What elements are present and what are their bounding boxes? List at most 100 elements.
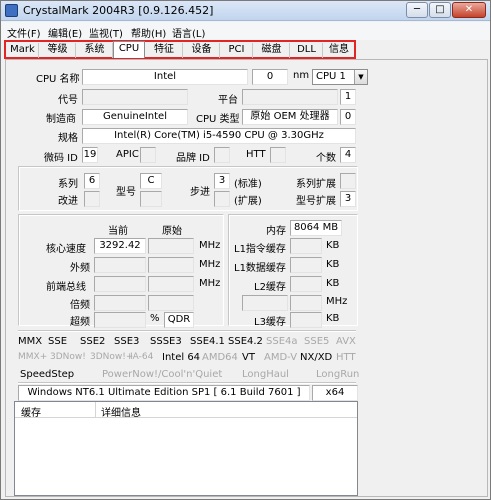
menu-help[interactable]: 帮助(H) bbox=[131, 25, 166, 40]
bus-original bbox=[148, 276, 194, 292]
nm-label: nm bbox=[293, 70, 310, 81]
multiplier-label: 倍频 bbox=[70, 300, 90, 311]
feature-amd64: AMD64 bbox=[202, 352, 238, 363]
bus-label: 前端总线 bbox=[46, 282, 86, 293]
column-divider[interactable] bbox=[95, 402, 96, 417]
overclock-label: 超频 bbox=[70, 317, 90, 328]
codename-label: 代号 bbox=[58, 95, 78, 106]
apic-label: APIC bbox=[116, 149, 139, 160]
feature-powernow: PowerNow!/Cool'n'Quiet bbox=[102, 369, 223, 380]
count-field: 4 bbox=[340, 147, 356, 163]
family-ext-label: 系列扩展 bbox=[296, 179, 336, 190]
minimize-button[interactable]: ─ bbox=[406, 2, 428, 18]
family-ext-field bbox=[340, 173, 356, 189]
tab-features[interactable]: 特征 bbox=[146, 43, 183, 58]
feature-amdv: AMD-V bbox=[264, 352, 298, 363]
l1d-field bbox=[290, 257, 322, 273]
cpu-type-label: CPU 类型 bbox=[196, 114, 240, 125]
feature-longhaul: LongHaul bbox=[242, 369, 289, 380]
bus-current bbox=[94, 276, 146, 292]
l1d-label: L1数据缓存 bbox=[234, 263, 286, 274]
maximize-button[interactable]: □ bbox=[429, 2, 451, 18]
feature-ssse3: SSSE3 bbox=[150, 336, 182, 347]
core-speed-label: 核心速度 bbox=[46, 244, 86, 255]
tab-devices[interactable]: 设备 bbox=[184, 43, 220, 58]
cache-speed-b bbox=[290, 295, 322, 311]
family-field: 6 bbox=[84, 173, 100, 189]
family-label: 系列 bbox=[58, 179, 78, 190]
l2-field bbox=[290, 276, 322, 292]
l1i-label: L1指令缓存 bbox=[234, 244, 286, 255]
core-speed-current: 3292.42 bbox=[94, 238, 146, 254]
memory-field: 8064 MB bbox=[290, 220, 342, 236]
close-button[interactable]: ✕ bbox=[452, 2, 486, 18]
tab-disk[interactable]: 磁盘 bbox=[254, 43, 290, 58]
microcode-field: 19 bbox=[82, 147, 98, 163]
details-column-header[interactable]: 详细信息 bbox=[101, 404, 141, 419]
feature-ia64: IA-64 bbox=[130, 352, 154, 362]
l3-unit: KB bbox=[326, 313, 340, 324]
menu-monitor[interactable]: 监视(T) bbox=[89, 25, 123, 40]
extended-label: (扩展) bbox=[234, 196, 262, 207]
spec-field: Intel(R) Core(TM) i5-4590 CPU @ 3.30GHz bbox=[82, 128, 356, 144]
divider-top bbox=[18, 330, 356, 332]
apic-field bbox=[140, 147, 156, 163]
cpu-name-label: CPU 名称 bbox=[36, 74, 80, 85]
feature-intel64: Intel 64 bbox=[162, 352, 201, 363]
cache-speed-unit: MHz bbox=[326, 296, 348, 307]
vendor-label: 制造商 bbox=[46, 114, 76, 125]
menu-file[interactable]: 文件(F) bbox=[7, 25, 41, 40]
chevron-down-icon[interactable]: ▼ bbox=[354, 70, 367, 84]
menu-language[interactable]: 语言(L) bbox=[172, 25, 205, 40]
feature-sse: SSE bbox=[48, 336, 68, 347]
tab-mark[interactable]: Mark bbox=[7, 43, 39, 58]
tab-bar: Mark 等级 系统 CPU 特征 设备 PCI 磁盘 DLL 信息 bbox=[4, 40, 356, 59]
platform-label: 平台 bbox=[218, 95, 238, 106]
bus-unit: MHz bbox=[199, 278, 221, 289]
os-arch-field: x64 bbox=[312, 385, 358, 401]
fsb-label: 外频 bbox=[70, 263, 90, 274]
stepping-field: 3 bbox=[214, 173, 230, 189]
tab-pci[interactable]: PCI bbox=[221, 43, 253, 58]
cpu-selector-value: CPU 1 bbox=[316, 71, 346, 82]
model-label: 型号 bbox=[116, 187, 136, 198]
feature-longrun: LongRun bbox=[316, 369, 360, 380]
model-ext-value: 3 bbox=[340, 191, 356, 207]
microcode-label: 微码 ID bbox=[44, 153, 78, 164]
tab-system[interactable]: 系统 bbox=[77, 43, 113, 58]
divider-bottom bbox=[18, 382, 356, 384]
tab-rank[interactable]: 等级 bbox=[40, 43, 76, 58]
core-speed-original bbox=[148, 238, 194, 254]
l3-label: L3缓存 bbox=[254, 317, 286, 328]
stepping-ext-field bbox=[214, 191, 230, 207]
cpu-selector[interactable]: CPU 1 ▼ bbox=[312, 69, 368, 85]
multiplier-current bbox=[94, 295, 146, 311]
window-title: CrystalMark 2004R3 [0.9.126.452] bbox=[23, 4, 214, 17]
codename-field bbox=[82, 89, 188, 105]
htt-label: HTT bbox=[246, 149, 266, 160]
brand-id-label: 品牌 ID bbox=[176, 153, 210, 164]
cache-list[interactable]: 缓存 详细信息 bbox=[14, 401, 358, 496]
cache-speed-a bbox=[242, 295, 288, 311]
feature-sse4a: SSE4a bbox=[266, 336, 298, 347]
htt-field bbox=[270, 147, 286, 163]
revision-label: 改进 bbox=[58, 196, 78, 207]
menu-edit[interactable]: 编辑(E) bbox=[48, 25, 82, 40]
memory-label: 内存 bbox=[266, 226, 286, 237]
tab-dll[interactable]: DLL bbox=[291, 43, 323, 58]
tab-cpu[interactable]: CPU bbox=[113, 41, 145, 58]
l2-label: L2缓存 bbox=[254, 282, 286, 293]
feature-sse3: SSE3 bbox=[114, 336, 140, 347]
title-bar: CrystalMark 2004R3 [0.9.126.452] ─ □ ✕ bbox=[1, 1, 490, 21]
tab-info[interactable]: 信息 bbox=[324, 43, 354, 58]
feature-avx: AVX bbox=[336, 336, 356, 347]
percent-label: % bbox=[150, 313, 160, 324]
l3-field bbox=[290, 312, 322, 328]
model-field: C bbox=[140, 173, 162, 189]
cpu-name-field: Intel bbox=[82, 69, 248, 85]
os-field: Windows NT6.1 Ultimate Edition SP1 [ 6.1… bbox=[18, 385, 310, 401]
cache-column-header[interactable]: 缓存 bbox=[21, 404, 41, 419]
fsb-current bbox=[94, 257, 146, 273]
model-ext-label: 型号扩展 bbox=[296, 196, 336, 207]
model-ext-field bbox=[140, 191, 162, 207]
